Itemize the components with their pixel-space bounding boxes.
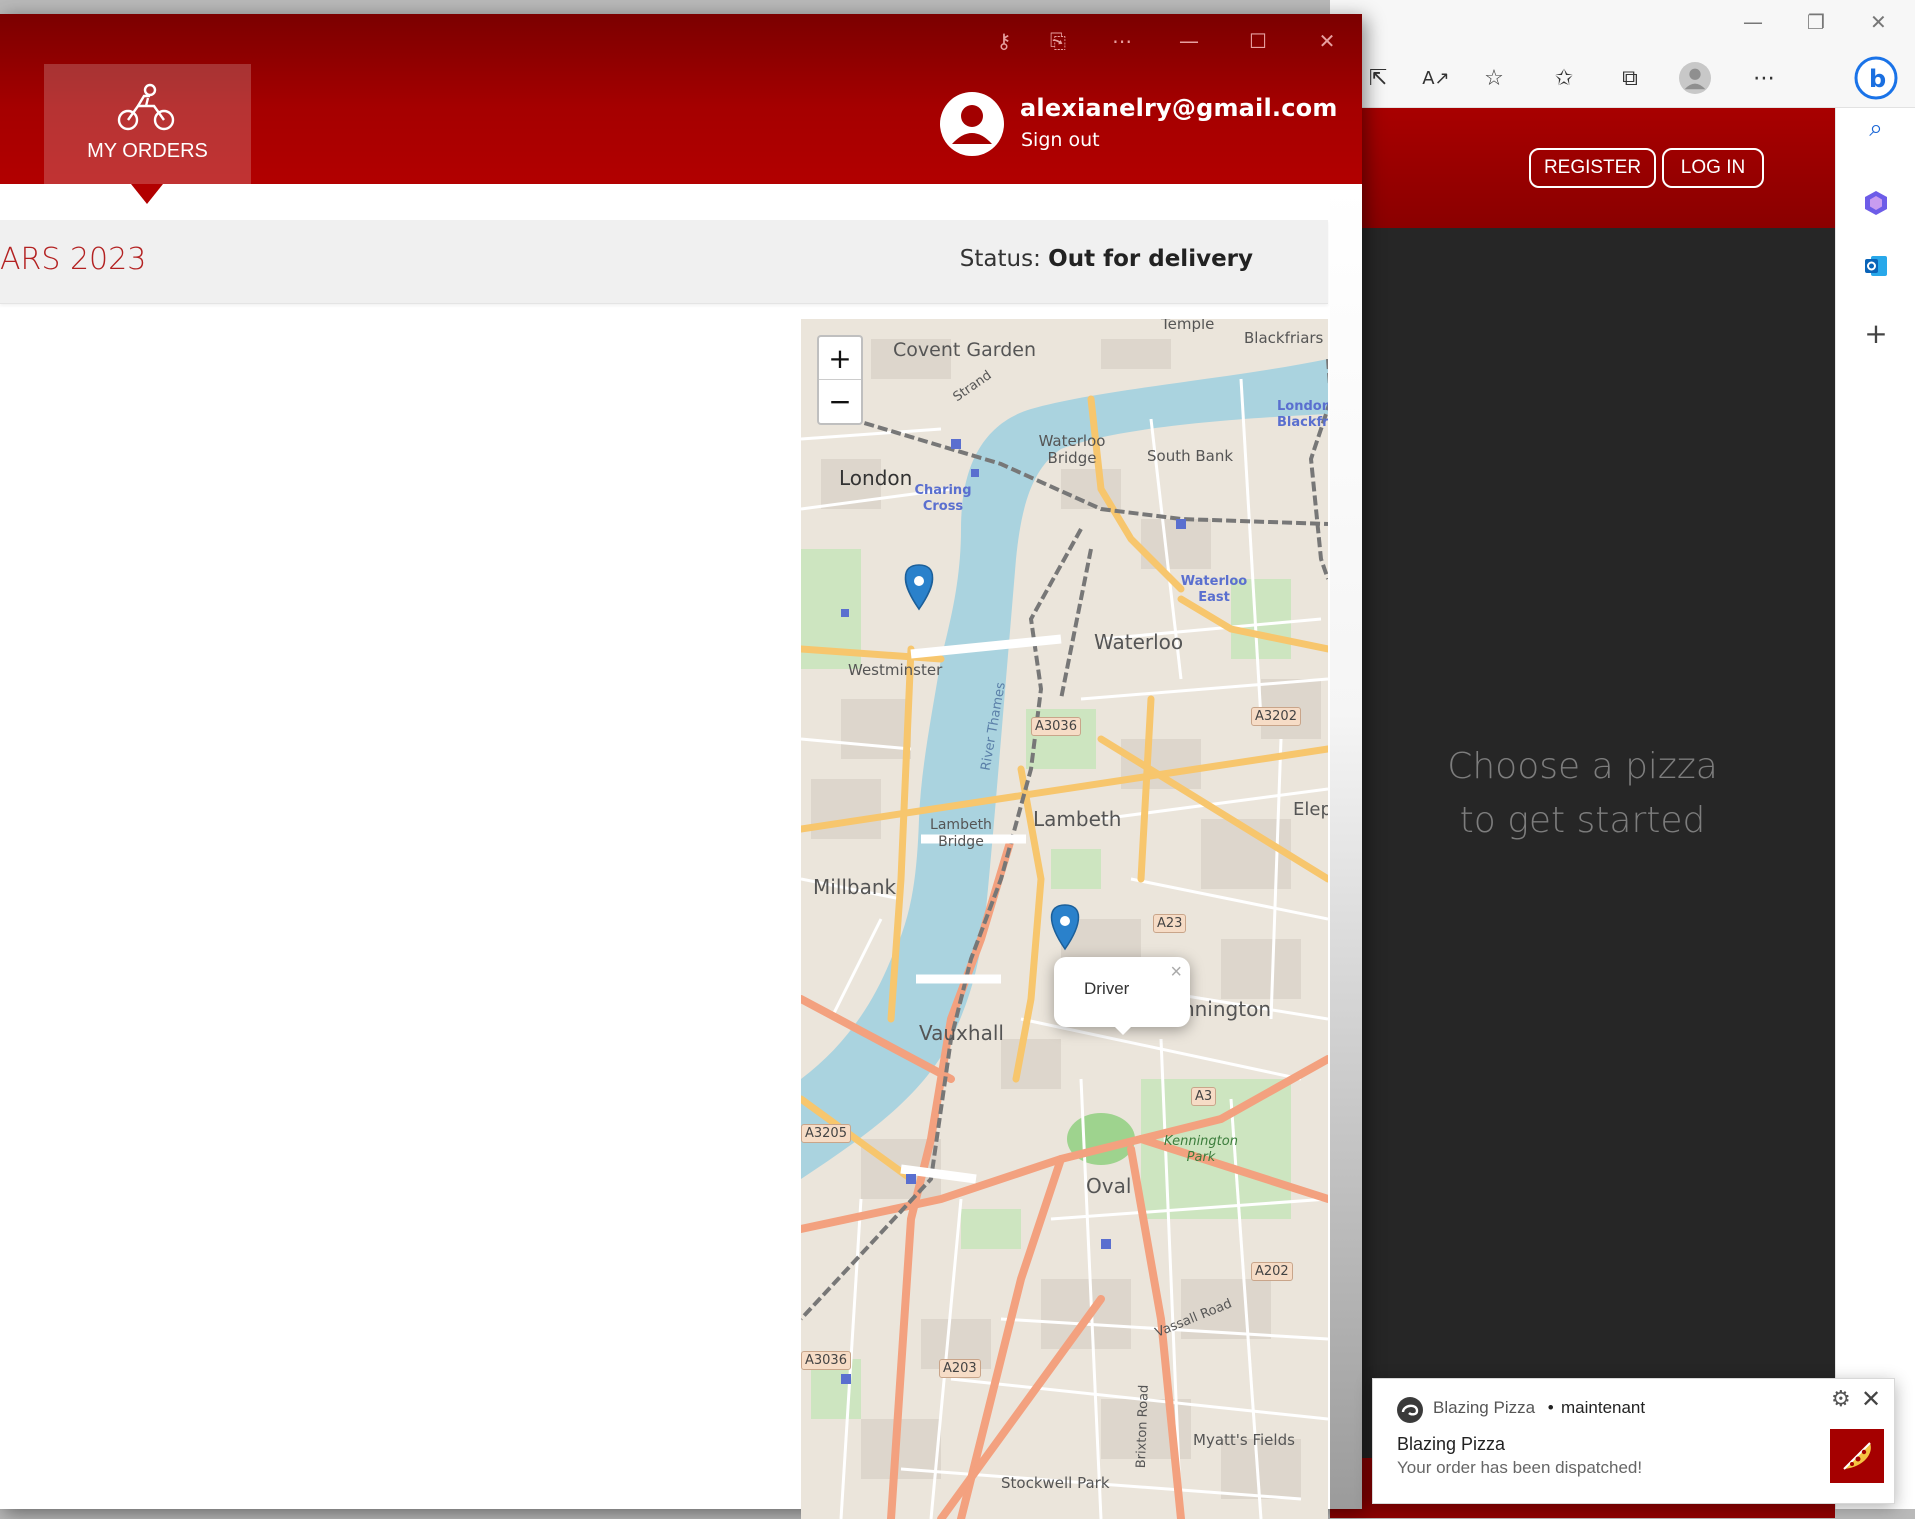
road-a23: A23 [1153, 914, 1187, 933]
notification-settings-icon[interactable]: ⚙ [1831, 1387, 1851, 1412]
bg-titlebar: — ❐ ✕ [1330, 0, 1915, 48]
map-label-lambeth: Lambeth [1033, 807, 1122, 831]
login-button[interactable]: LOG IN [1662, 148, 1764, 188]
svg-text:b: b [1869, 65, 1886, 93]
map-label-kennington: Kennington [1181, 997, 1271, 1021]
bg-close-icon[interactable]: ✕ [1870, 10, 1887, 34]
bg-pizza-page: REGISTER LOG IN Choose a pizza to get st… [1330, 108, 1835, 1518]
map-label-vauxhall: Vauxhall [919, 1021, 1004, 1045]
favorites-icon[interactable]: ✩ [1548, 62, 1580, 94]
nav-my-orders-label: MY ORDERS [87, 140, 208, 162]
notification-time: maintenant [1561, 1398, 1646, 1417]
notification-separator: • [1547, 1398, 1554, 1417]
notification-source: Blazing Pizza • [1433, 1398, 1554, 1418]
user-email: alexianelry@gmail.com [1020, 94, 1338, 122]
map-label-waterloo: Waterloo [1094, 630, 1184, 654]
map-label-london-blackfriars: London Blackfriars [1277, 399, 1328, 430]
driver-popup: Driver × [1054, 957, 1190, 1035]
close-icon[interactable]: ✕ [1312, 26, 1342, 56]
map-label-charing-cross: Charing Cross [914, 483, 972, 514]
map-label-blackfriars: Blackfriars [1244, 329, 1324, 347]
map-label-south-bank: South Bank [1147, 447, 1234, 465]
register-button[interactable]: REGISTER [1529, 148, 1656, 188]
app-window-edge [1330, 184, 1362, 1509]
notification-title: Blazing Pizza [1397, 1434, 1506, 1454]
nav-my-orders[interactable]: MY ORDERS [44, 64, 251, 184]
search-icon[interactable]: ⌕ [1856, 108, 1896, 148]
road-a202: A202 [1251, 1262, 1293, 1281]
maximize-icon[interactable]: ☐ [1243, 26, 1273, 56]
user-avatar-icon [940, 92, 1004, 156]
bg-pizza-header: REGISTER LOG IN [1330, 108, 1835, 228]
blazing-pizza-app-window: ⚷ ⎘ ⋯ — ☐ ✕ MY ORDERS alexianelry@gmail.… [0, 14, 1362, 1519]
sign-out-link[interactable]: Sign out [1021, 129, 1100, 151]
map-label-covent-garden: Covent Garden [893, 339, 1036, 361]
bg-restore-icon[interactable]: ❐ [1807, 10, 1825, 34]
read-aloud-icon[interactable]: A↗ [1420, 62, 1452, 94]
map-label-oval: Oval [1086, 1174, 1132, 1198]
map-label-london: London [839, 466, 913, 490]
background-browser-window: — ❐ ✕ ⊞ ⇱ A↗ ☆ ✩ ⧉ ⋯ b REGISTER LOG IN C… [1321, 0, 1915, 1518]
open-external-icon[interactable]: ⇱ [1362, 62, 1394, 94]
settings-more-icon[interactable]: ⋯ [1748, 62, 1780, 94]
order-status-value: Out for delivery [1048, 246, 1253, 272]
nav-active-indicator [131, 184, 163, 204]
road-a203: A203 [939, 1359, 981, 1378]
app-header: ⚷ ⎘ ⋯ — ☐ ✕ MY ORDERS alexianelry@gmail.… [0, 14, 1362, 184]
map-label-brixton-road: Brixton Road [1133, 1384, 1152, 1469]
notification-source-name: Blazing Pizza [1433, 1398, 1536, 1417]
map-label-lambeth-bridge: Lambeth Bridge [930, 817, 992, 850]
copilot-apps-icon[interactable] [1856, 183, 1896, 223]
map-label-waterloo-east: Waterloo East [1180, 574, 1248, 605]
outlook-icon[interactable] [1856, 246, 1896, 286]
collections-icon[interactable]: ⧉ [1614, 62, 1646, 94]
popup-close-icon[interactable]: × [1170, 961, 1182, 984]
bg-browser-toolbar: ⊞ ⇱ A↗ ☆ ✩ ⧉ ⋯ b [1321, 48, 1915, 108]
add-sidebar-app-icon[interactable]: + [1856, 313, 1896, 353]
minimize-icon[interactable]: — [1174, 26, 1204, 56]
empty-cart-message: Choose a pizza to get started [1330, 740, 1835, 848]
bing-copilot-icon[interactable]: b [1854, 56, 1898, 100]
map-label-elephant: Elephant [1293, 799, 1328, 820]
key-icon[interactable]: ⚷ [989, 26, 1019, 56]
empty-cart-line2: to get started [1459, 800, 1706, 841]
map-label-myatts-fields: Myatt's Fields [1193, 1431, 1295, 1449]
map-label-kennington-park: Kennington Park [1164, 1134, 1238, 1165]
map-label-westminster: Westminster [848, 661, 943, 679]
road-a3036-north: A3036 [1031, 717, 1081, 736]
more-icon[interactable]: ⋯ [1107, 26, 1137, 56]
zoom-out-button[interactable]: − [819, 380, 861, 423]
order-summary-bar: ARS 2023 Status: Out for delivery [0, 220, 1328, 304]
map-label-waterloo-bridge: Waterloo Bridge [1038, 432, 1106, 467]
map-zoom-control: + − [817, 335, 863, 425]
map-label-millbank: Millbank [813, 875, 897, 899]
empty-cart-line1: Choose a pizza [1447, 746, 1718, 787]
add-favorite-icon[interactable]: ☆ [1478, 62, 1510, 94]
profile-icon[interactable] [1679, 62, 1711, 94]
zoom-in-button[interactable]: + [819, 337, 861, 380]
map-label-stockwell-park: Stockwell Park [1001, 1474, 1110, 1492]
road-a3202: A3202 [1251, 707, 1301, 726]
cast-icon[interactable]: ⎘ [1043, 26, 1073, 56]
map-tiles [801, 319, 1328, 1519]
driver-popup-text: Driver [1084, 979, 1130, 998]
map-label-temple: Temple [1161, 319, 1215, 333]
road-a3: A3 [1191, 1087, 1217, 1106]
edge-app-icon [1397, 1397, 1423, 1423]
bg-minimize-icon[interactable]: — [1743, 10, 1763, 34]
motorbike-icon [116, 82, 176, 138]
order-title: ARS 2023 [0, 242, 147, 277]
road-a3036-south: A3036 [801, 1351, 851, 1370]
notification-toast[interactable]: Blazing Pizza • maintenant Blazing Pizza… [1372, 1378, 1895, 1504]
edge-sidebar: ⌕ + [1835, 108, 1915, 1509]
order-status-label: Status: [959, 246, 1041, 272]
popup-tip [1111, 1023, 1135, 1035]
delivery-map[interactable]: Covent Garden Blackfriars Temple Strand … [801, 319, 1328, 1519]
road-a3205: A3205 [801, 1124, 851, 1143]
notification-close-icon[interactable]: ✕ [1861, 1385, 1881, 1414]
order-status: Status: Out for delivery [960, 246, 1253, 272]
pizza-slice-icon [1830, 1429, 1884, 1483]
notification-body: Your order has been dispatched! [1397, 1458, 1643, 1477]
